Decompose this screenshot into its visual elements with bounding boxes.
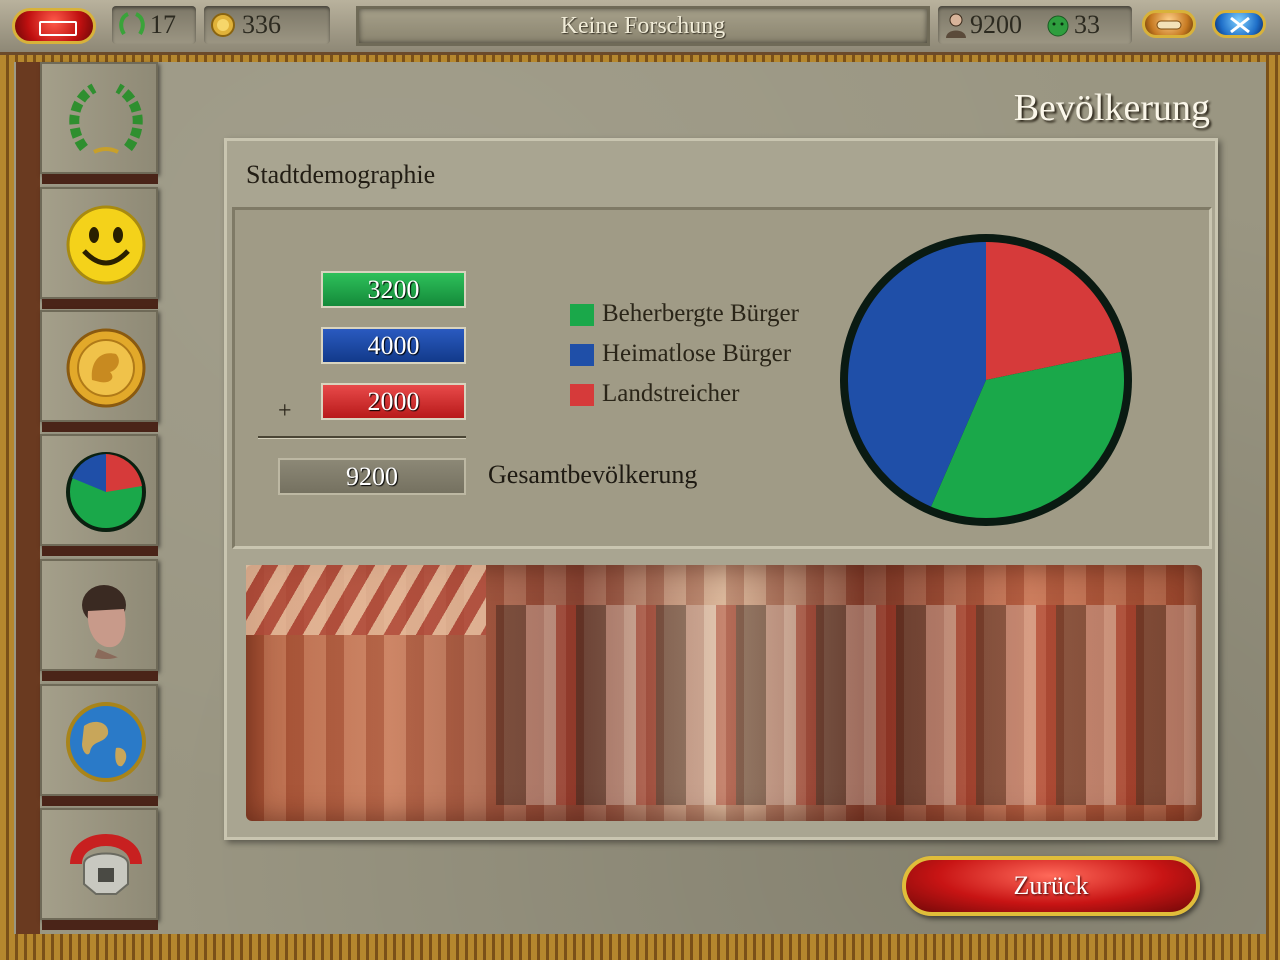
coin-small-icon xyxy=(211,13,235,37)
population-status: 9200 33 xyxy=(938,6,1132,44)
emperor-bust-icon xyxy=(82,585,126,659)
back-button[interactable]: Zurück xyxy=(902,856,1200,916)
scroll-icon xyxy=(1156,20,1182,30)
happiness-count: 33 xyxy=(1074,10,1100,39)
menu-icon xyxy=(39,21,77,36)
smiley-icon xyxy=(66,205,146,285)
section-title: Stadtdemographie xyxy=(246,160,436,189)
pie-chart-icon xyxy=(66,452,146,532)
research-status[interactable]: Keine Forschung xyxy=(356,6,930,46)
market-crowd xyxy=(496,605,1196,805)
laurel-count: 17 xyxy=(150,10,176,39)
tools-button[interactable] xyxy=(1212,10,1266,38)
tools-icon xyxy=(1230,16,1250,34)
citizen-icon xyxy=(946,13,966,38)
laurel-counter: 17 xyxy=(112,6,196,44)
laurel-small-icon xyxy=(119,12,145,36)
total-population-label: Gesamtbevölkerung xyxy=(488,460,698,489)
sidebar-item-world[interactable] xyxy=(40,684,158,806)
sidebar-item-population[interactable] xyxy=(40,434,158,556)
population-pie-chart xyxy=(840,234,1132,526)
coin-counter: 336 xyxy=(204,6,330,44)
legend-swatch xyxy=(570,304,594,326)
sidebar-item-happiness[interactable] xyxy=(40,187,158,309)
legend-label: Heimatlose Bürger xyxy=(602,340,792,367)
homeless-citizens-value: 4000 xyxy=(321,327,466,364)
main-menu-button[interactable] xyxy=(12,8,96,44)
housed-citizens-value: 3200 xyxy=(321,271,466,308)
laurel-wreath-icon xyxy=(69,83,143,154)
sidebar-strip xyxy=(16,62,40,934)
page-title: Bevölkerung xyxy=(1013,87,1210,129)
centurion-helmet-icon xyxy=(70,834,142,895)
coin-count: 336 xyxy=(242,10,281,39)
legend-label: Landstreicher xyxy=(602,380,740,407)
legend-label: Beherbergte Bürger xyxy=(602,300,799,327)
plus-sign: + xyxy=(278,398,292,424)
scroll-button[interactable] xyxy=(1142,10,1196,38)
vagrants-value: 2000 xyxy=(321,383,466,420)
market-scene-image xyxy=(246,565,1202,821)
sidebar-item-military[interactable] xyxy=(40,808,158,930)
legend-swatch xyxy=(570,344,594,366)
top-bar: 17 336 Keine Forschung 9200 33 xyxy=(0,0,1280,55)
gold-coin-icon xyxy=(66,328,146,408)
population-count: 9200 xyxy=(970,10,1022,39)
sidebar-item-prestige[interactable] xyxy=(40,62,158,184)
globe-icon xyxy=(66,702,146,782)
market-awning xyxy=(246,565,486,635)
happiness-small-icon xyxy=(1047,15,1069,37)
legend-swatch xyxy=(570,384,594,406)
total-population-value: 9200 xyxy=(278,458,466,495)
sidebar-item-senate[interactable] xyxy=(40,559,158,681)
sum-rule xyxy=(258,436,466,438)
sidebar-item-finances[interactable] xyxy=(40,310,158,432)
